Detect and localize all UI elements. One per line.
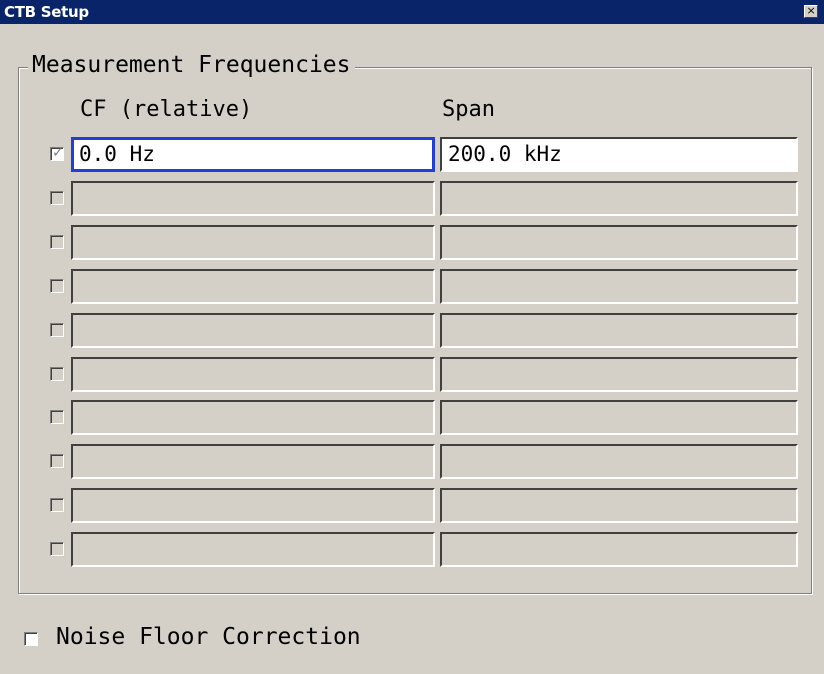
cf-input[interactable] — [71, 444, 435, 479]
window-title: CTB Setup — [4, 3, 89, 21]
span-input[interactable] — [440, 532, 798, 567]
cf-input[interactable] — [71, 532, 435, 567]
row-checkbox[interactable] — [50, 235, 64, 249]
row-checkbox[interactable] — [50, 279, 64, 293]
row-checkbox[interactable] — [50, 410, 64, 424]
row-checkbox[interactable] — [50, 454, 64, 468]
span-input[interactable] — [440, 313, 798, 348]
close-icon: × — [806, 4, 816, 17]
close-button[interactable]: × — [804, 5, 818, 18]
group-title: Measurement Frequencies — [28, 50, 355, 80]
row-checkbox[interactable]: ✓ — [50, 145, 64, 161]
noise-floor-label: Noise Floor Correction — [56, 624, 361, 650]
cf-input[interactable] — [71, 269, 435, 304]
ctb-setup-dialog: CTB Setup × Measurement Frequencies CF (… — [0, 0, 824, 674]
span-input[interactable] — [440, 357, 798, 392]
span-input[interactable] — [440, 488, 798, 523]
row-checkbox[interactable] — [50, 191, 64, 205]
span-input[interactable] — [440, 400, 798, 435]
noise-floor-checkbox[interactable] — [24, 632, 38, 646]
column-header-span: Span — [442, 97, 495, 122]
row-checkbox[interactable] — [50, 498, 64, 512]
cf-input[interactable] — [71, 181, 435, 216]
row-checkbox[interactable] — [50, 323, 64, 337]
title-bar[interactable]: CTB Setup × — [0, 0, 824, 24]
checkmark-icon: ✓ — [52, 145, 64, 161]
cf-input[interactable] — [71, 488, 435, 523]
cf-input[interactable] — [71, 225, 435, 260]
cf-input[interactable] — [71, 357, 435, 392]
row-checkbox[interactable] — [50, 367, 64, 381]
cf-input[interactable] — [71, 400, 435, 435]
cf-input[interactable]: 0.0 Hz — [71, 137, 435, 172]
row-checkbox[interactable] — [50, 542, 64, 556]
span-input[interactable] — [440, 181, 798, 216]
span-input[interactable] — [440, 225, 798, 260]
span-input[interactable] — [440, 269, 798, 304]
cf-input[interactable] — [71, 313, 435, 348]
column-header-cf: CF (relative) — [80, 97, 253, 122]
span-input[interactable] — [440, 444, 798, 479]
span-input[interactable]: 200.0 kHz — [440, 137, 798, 172]
